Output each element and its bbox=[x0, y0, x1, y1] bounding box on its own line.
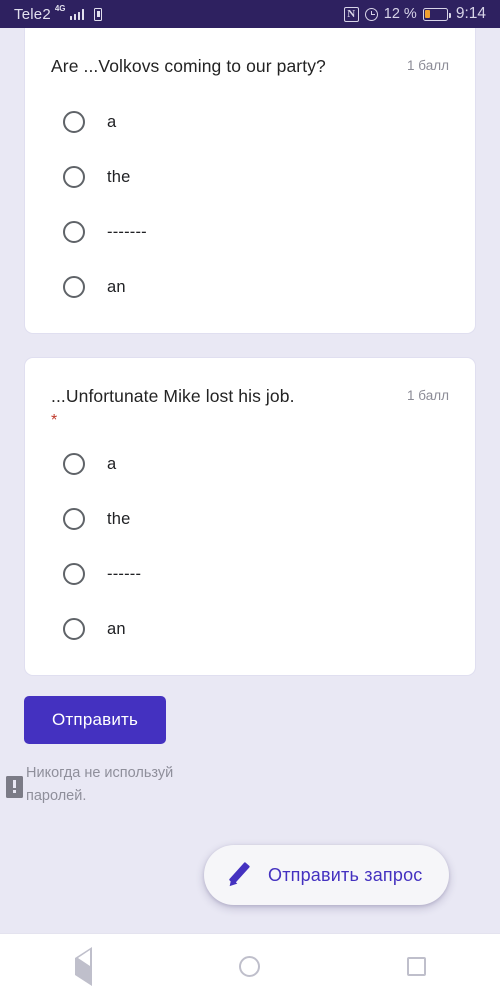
question-text: Are ...Volkovs coming to our party? bbox=[51, 56, 326, 76]
radio-option[interactable]: ------- bbox=[51, 212, 449, 252]
submit-button[interactable]: Отправить bbox=[24, 696, 167, 744]
question-header: Are ...Volkovs coming to our party? 1 ба… bbox=[51, 52, 449, 80]
question-text: ...Unfortunate Mike lost his job. bbox=[51, 386, 295, 406]
question-title-wrap: ...Unfortunate Mike lost his job. * bbox=[51, 382, 407, 430]
radio-option-label: ------ bbox=[107, 564, 142, 583]
radio-button-icon[interactable] bbox=[63, 508, 85, 530]
nav-recents-button[interactable] bbox=[387, 943, 447, 991]
radio-button-icon[interactable] bbox=[63, 453, 85, 475]
radio-button-icon[interactable] bbox=[63, 276, 85, 298]
android-nav-bar bbox=[0, 933, 500, 999]
status-bar: Tele2 4G N 12 % 9:14 bbox=[0, 0, 500, 28]
options-list: a the ------ an bbox=[51, 444, 449, 649]
nav-back-button[interactable] bbox=[53, 943, 113, 991]
status-bar-left: Tele2 4G bbox=[14, 4, 103, 23]
carrier-label: Tele2 bbox=[14, 5, 51, 23]
sim-card-icon bbox=[94, 7, 103, 21]
required-asterisk: * bbox=[51, 412, 58, 429]
radio-option[interactable]: an bbox=[51, 609, 449, 649]
question-points: 1 балл bbox=[407, 388, 449, 403]
question-header: ...Unfortunate Mike lost his job. * 1 ба… bbox=[51, 382, 449, 430]
radio-option-label: a bbox=[107, 454, 117, 473]
nfc-icon: N bbox=[343, 6, 359, 22]
network-type-label: 4G bbox=[54, 4, 66, 13]
radio-option[interactable]: an bbox=[51, 267, 449, 307]
radio-option[interactable]: the bbox=[51, 157, 449, 197]
question-title-wrap: Are ...Volkovs coming to our party? bbox=[51, 52, 407, 80]
question-card: Are ...Volkovs coming to our party? 1 ба… bbox=[24, 28, 476, 334]
back-triangle-icon bbox=[74, 946, 92, 986]
nav-home-button[interactable] bbox=[220, 943, 280, 991]
radio-option-label: a bbox=[107, 112, 117, 131]
footer-note-line-2: паролей. bbox=[26, 788, 87, 804]
radio-button-icon[interactable] bbox=[63, 618, 85, 640]
signal-strength-icon bbox=[69, 8, 85, 20]
radio-option-label: ------- bbox=[107, 222, 147, 241]
radio-button-icon[interactable] bbox=[63, 563, 85, 585]
options-list: a the ------- an bbox=[51, 102, 449, 307]
radio-option-label: an bbox=[107, 619, 126, 638]
pencil-icon bbox=[226, 862, 252, 888]
question-card: ...Unfortunate Mike lost his job. * 1 ба… bbox=[24, 357, 476, 676]
radio-option[interactable]: a bbox=[51, 102, 449, 142]
warning-icon bbox=[6, 776, 23, 798]
radio-option-label: the bbox=[107, 167, 131, 186]
footer-note-line-1: Никогда не используй bbox=[26, 765, 174, 781]
radio-button-icon[interactable] bbox=[63, 111, 85, 133]
form-scroll-area[interactable]: Are ...Volkovs coming to our party? 1 ба… bbox=[0, 28, 500, 933]
submit-row: Отправить bbox=[24, 696, 476, 744]
question-points: 1 балл bbox=[407, 58, 449, 73]
recents-square-icon bbox=[407, 957, 427, 976]
radio-option[interactable]: the bbox=[51, 499, 449, 539]
home-circle-icon bbox=[239, 956, 261, 977]
alarm-clock-icon bbox=[364, 7, 378, 21]
clock-label: 9:14 bbox=[455, 5, 486, 22]
radio-option[interactable]: ------ bbox=[51, 554, 449, 594]
radio-option-label: the bbox=[107, 509, 131, 528]
radio-option[interactable]: a bbox=[51, 444, 449, 484]
radio-button-icon[interactable] bbox=[63, 166, 85, 188]
status-bar-right: N 12 % 9:14 bbox=[343, 5, 486, 23]
phone-screen: Tele2 4G N 12 % 9:14 Are ...Volkovs comi… bbox=[0, 0, 500, 999]
radio-button-icon[interactable] bbox=[63, 221, 85, 243]
send-request-fab-label: Отправить запрос bbox=[268, 864, 423, 885]
battery-percent-label: 12 % bbox=[383, 6, 417, 22]
send-request-fab[interactable]: Отправить запрос bbox=[204, 845, 449, 905]
radio-option-label: an bbox=[107, 277, 126, 296]
battery-icon bbox=[422, 7, 451, 21]
footer-note: Никогда не используй паролей. bbox=[6, 762, 476, 808]
